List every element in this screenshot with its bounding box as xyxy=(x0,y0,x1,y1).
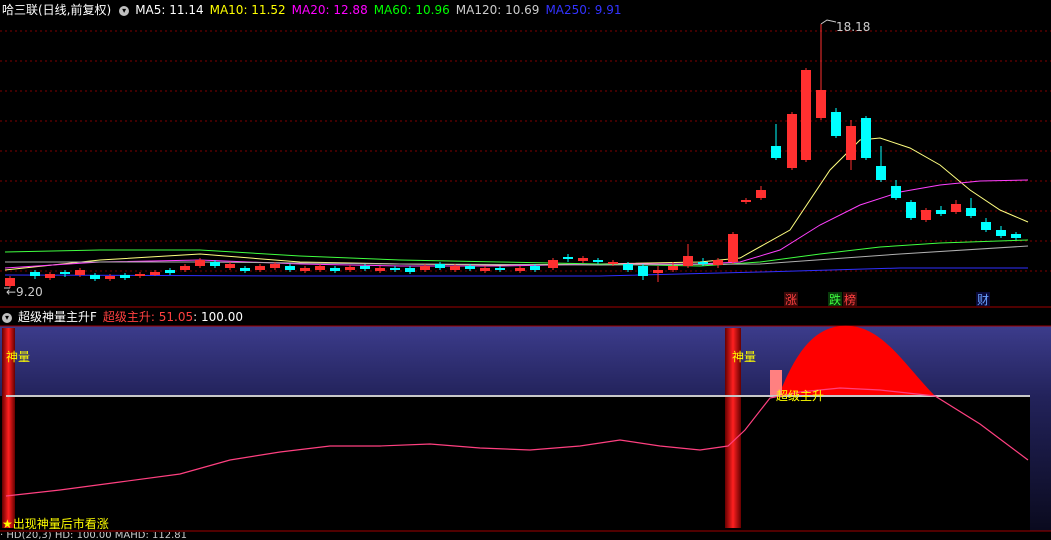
candle-body xyxy=(240,268,250,271)
shenliang-label-1: 神量 xyxy=(6,350,31,364)
candle-body xyxy=(578,258,588,261)
ma-legend: MA5: 11.14 MA10: 11.52 MA20: 12.88 MA60: 10… xyxy=(135,3,627,17)
candle-body xyxy=(150,272,160,275)
rise-label: 超级主升 xyxy=(776,389,825,403)
star-icon: ★ xyxy=(2,517,13,531)
candle-body xyxy=(30,272,40,276)
candle-body xyxy=(495,268,505,270)
candle-body xyxy=(530,266,540,270)
candle-body xyxy=(390,268,400,270)
candle-body xyxy=(180,266,190,270)
candle-body xyxy=(683,256,693,266)
candle-body xyxy=(653,270,663,273)
stock-title: 哈三联(日线,前复权) xyxy=(2,3,112,17)
candle-body xyxy=(816,90,826,118)
candle-body xyxy=(668,266,678,270)
candle-body xyxy=(315,266,325,270)
candle-body xyxy=(771,146,781,158)
ma-legend-item: MA120: 10.69 xyxy=(455,3,540,17)
indicator-name[interactable]: 超级神量主升F xyxy=(18,310,97,324)
candle-body xyxy=(90,275,100,279)
ma-legend-item: MA10: 11.52 xyxy=(209,3,286,17)
candle-body xyxy=(300,268,310,271)
candle-body xyxy=(861,118,871,158)
candle-body xyxy=(360,266,370,269)
candle-body xyxy=(623,264,633,270)
candle-body xyxy=(345,267,355,270)
event-tag: 榜 xyxy=(844,292,856,307)
candle-body xyxy=(966,208,976,216)
candle-body xyxy=(996,230,1006,236)
candle-body xyxy=(135,274,145,276)
event-tag: 跌 xyxy=(829,292,841,307)
candle-body xyxy=(741,200,751,202)
candle-body xyxy=(515,268,525,271)
candle-body xyxy=(608,262,618,264)
kline-chart[interactable]: 18.18 ←9.20 涨 跌榜 财 xyxy=(0,0,1051,538)
candle-body xyxy=(548,260,558,268)
ma-legend-item: MA20: 12.88 xyxy=(291,3,368,17)
candle-body xyxy=(270,264,280,268)
event-tag: 涨 xyxy=(785,292,797,307)
indicator-ref: : 100.00 xyxy=(193,310,243,324)
candle-body xyxy=(285,266,295,270)
indicator-lower-fill xyxy=(0,396,1030,536)
bottom-note-text: 出现神量后市看涨 xyxy=(12,517,109,531)
candle-body xyxy=(698,262,708,264)
candle-body xyxy=(435,264,445,268)
bottom-note: ★出现神量后市看涨 xyxy=(0,517,111,531)
candle-body xyxy=(713,260,723,265)
candle-body xyxy=(593,260,603,262)
candle-body xyxy=(480,268,490,271)
ma-legend-item: MA250: 9.91 xyxy=(545,3,622,17)
ma-legend-item: MA5: 11.14 xyxy=(135,3,204,17)
high-marker xyxy=(820,19,837,25)
candle-body xyxy=(936,210,946,214)
candle-body xyxy=(756,190,766,198)
candle-body xyxy=(195,260,205,266)
ma-legend-item: MA60: 10.96 xyxy=(373,3,450,17)
candle-body xyxy=(801,70,811,160)
low-price-label: ←9.20 xyxy=(6,285,43,299)
candle-body xyxy=(891,186,901,198)
candle-body xyxy=(120,275,130,278)
indicator-header: ▾ 超级神量主升F 超级主升: 51.05: 100.00 xyxy=(0,307,249,327)
candle-body xyxy=(876,166,886,180)
shenliang-label-2: 神量 xyxy=(732,350,757,364)
candle-body xyxy=(60,272,70,274)
candle-body xyxy=(45,274,55,278)
candle-body xyxy=(255,266,265,270)
candle-body xyxy=(465,266,475,269)
candle-body xyxy=(728,234,738,262)
candle-body xyxy=(1011,234,1021,238)
candle-body xyxy=(165,270,175,273)
candle-body xyxy=(951,204,961,212)
candle-body xyxy=(906,202,916,218)
candle-body xyxy=(846,126,856,160)
candle-body xyxy=(420,266,430,270)
candle-body xyxy=(921,210,931,220)
candle-body xyxy=(831,112,841,136)
candle-body xyxy=(638,266,648,276)
ma20-line xyxy=(4,179,1029,269)
indicator-toggle-icon[interactable]: ▾ xyxy=(2,312,12,323)
high-price-label: 18.18 xyxy=(836,20,870,34)
candle-body xyxy=(105,276,115,279)
candle-body xyxy=(375,268,385,271)
candle-body xyxy=(225,264,235,268)
indicator-value: 超级主升: 51.05 xyxy=(102,310,194,324)
candle-body xyxy=(330,268,340,271)
candle-body xyxy=(405,268,415,272)
event-tag: 财 xyxy=(977,293,989,307)
footer-indicator-line: · HD(20,3) HD: 100.00 MAHD: 112.81 xyxy=(0,532,187,540)
ma-toggle-icon[interactable]: ▾ xyxy=(119,5,130,16)
candle-body xyxy=(787,114,797,168)
candle-body xyxy=(210,262,220,266)
main-chart-header: 哈三联(日线,前复权) ▾ MA5: 11.14 MA10: 11.52 MA20: 1… xyxy=(0,0,633,20)
candle-body xyxy=(450,266,460,270)
candle-body xyxy=(981,222,991,230)
candle-body xyxy=(563,257,573,259)
candle-body xyxy=(75,270,85,275)
